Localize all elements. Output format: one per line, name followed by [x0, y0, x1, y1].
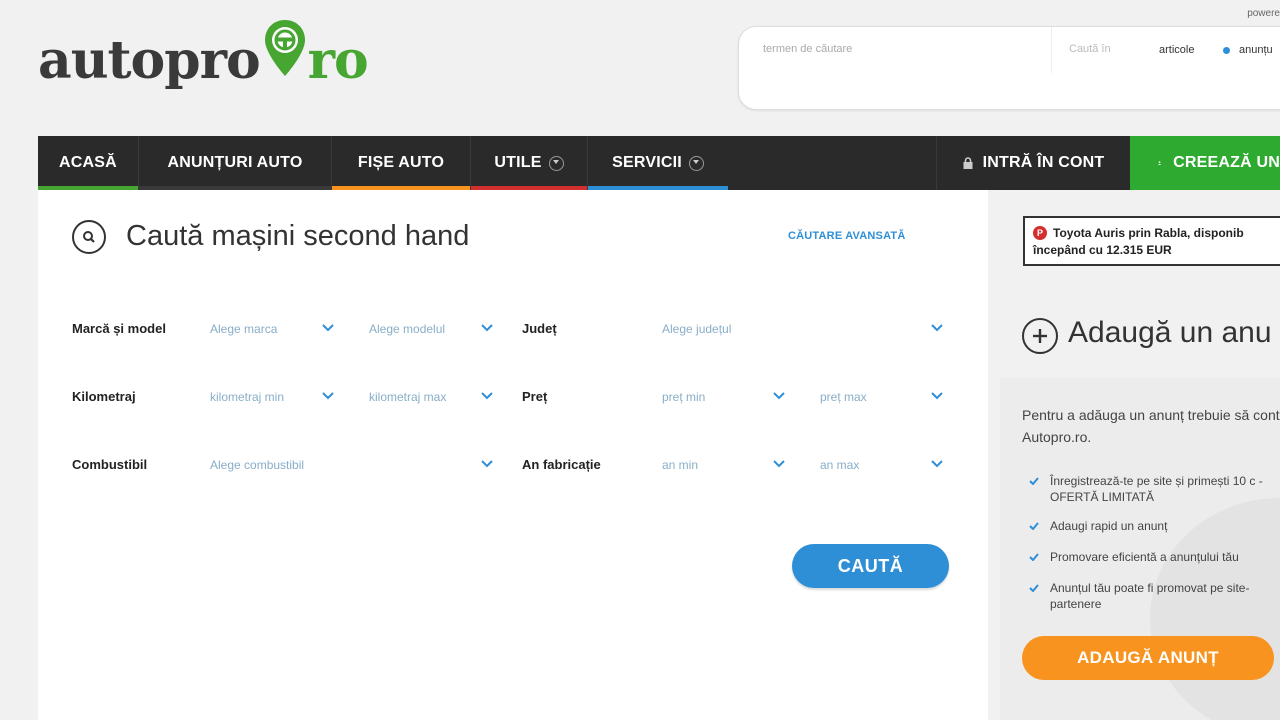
register-label: CREEAZĂ UN	[1173, 154, 1280, 171]
nav-item-label: ANUNȚURI AUTO	[167, 154, 303, 171]
search-submit-button[interactable]: CAUTĂ	[792, 544, 949, 588]
price-max-select[interactable]: preț max	[820, 390, 867, 404]
dropdown-caret-icon	[548, 155, 564, 171]
promo-line-1: Toyota Auris prin Rabla, disponib	[1053, 226, 1244, 240]
mileage-label: Kilometraj	[72, 389, 136, 404]
plus-icon	[1022, 318, 1058, 354]
chevron-down-icon	[931, 324, 943, 332]
chevron-down-icon	[481, 324, 493, 332]
car-search-panel: Caută mașini second hand CĂUTARE AVANSAT…	[38, 190, 988, 720]
year-min-select[interactable]: an min	[662, 458, 698, 472]
chevron-down-icon	[322, 392, 334, 400]
nav-item-services[interactable]: SERVICII	[588, 136, 728, 190]
add-ad-button[interactable]: ADAUGĂ ANUNȚ	[1022, 636, 1274, 680]
lock-icon	[963, 157, 973, 169]
logo-suffix: ro	[307, 30, 369, 91]
model-select[interactable]: Alege modelul	[369, 322, 445, 336]
add-ad-intro: Pentru a adăuga un anunț trebuie să cont…	[1022, 407, 1280, 445]
main-nav: ACASĂ ANUNȚURI AUTO FIȘE AUTO UTILE SERV…	[38, 136, 1280, 190]
nav-item-label: FIȘE AUTO	[357, 154, 445, 171]
user-icon	[1158, 161, 1161, 165]
promo-banner[interactable]: P Toyota Auris prin Rabla, disponib înce…	[1023, 216, 1280, 266]
logo-text: autopro	[38, 30, 261, 91]
add-ad-title: Adaugă un anu	[1068, 316, 1272, 349]
checkmark-icon	[1029, 584, 1039, 592]
register-button[interactable]: CREEAZĂ UN	[1130, 136, 1280, 190]
nav-item-utile[interactable]: UTILE	[471, 136, 587, 190]
search-option-ads[interactable]: anunțu	[1239, 44, 1273, 56]
radio-selected-icon[interactable]	[1223, 47, 1230, 54]
price-min-select[interactable]: preț min	[662, 390, 705, 404]
fuel-label: Combustibil	[72, 457, 148, 472]
checkmark-icon	[1029, 553, 1039, 561]
brand-select[interactable]: Alege marca	[210, 322, 277, 336]
chevron-down-icon	[773, 460, 785, 468]
price-label: Preț	[522, 389, 548, 404]
checkmark-icon	[1029, 522, 1039, 530]
site-search-box: termen de căutare Caută în articole anun…	[738, 26, 1280, 110]
powered-by-text: powere	[1247, 8, 1280, 19]
nav-item-label: UTILE	[494, 154, 542, 171]
promo-line-2: începând cu 12.315 EUR	[1033, 243, 1172, 257]
chevron-down-icon	[773, 392, 785, 400]
nav-item-home[interactable]: ACASĂ	[38, 136, 138, 190]
nav-item-label: ACASĂ	[59, 154, 117, 171]
page-title: Caută mașini second hand	[126, 220, 470, 252]
benefit-item: Anunțul tău poate fi promovat pe site- p…	[1050, 581, 1250, 611]
checkmark-icon	[1029, 477, 1039, 485]
chevron-down-icon	[481, 460, 493, 468]
county-label: Județ	[522, 321, 557, 336]
chevron-down-icon	[931, 460, 943, 468]
year-label: An fabricație	[522, 457, 601, 472]
chevron-down-icon	[322, 324, 334, 332]
mileage-min-select[interactable]: kilometraj min	[210, 390, 284, 404]
year-max-select[interactable]: an max	[820, 458, 859, 472]
benefit-item: Adaugi rapid un anunț	[1050, 519, 1168, 533]
chevron-down-icon	[931, 392, 943, 400]
chevron-down-icon	[481, 392, 493, 400]
login-label: INTRĂ ÎN CONT	[982, 154, 1105, 171]
search-in-label: Caută în	[1069, 43, 1111, 55]
search-option-articles[interactable]: articole	[1159, 44, 1194, 56]
county-select[interactable]: Alege județul	[662, 322, 731, 336]
advanced-search-link[interactable]: CĂUTARE AVANSATĂ	[788, 230, 905, 242]
login-link[interactable]: INTRĂ ÎN CONT	[937, 136, 1130, 190]
nav-item-car-sheets[interactable]: FIȘE AUTO	[332, 136, 470, 190]
brand-model-label: Marcă și model	[72, 321, 166, 336]
fuel-select[interactable]: Alege combustibil	[210, 458, 304, 472]
benefit-item: Înregistrează-te pe site și primești 10 …	[1050, 474, 1263, 504]
nav-item-label: SERVICII	[612, 154, 682, 171]
nav-item-ads[interactable]: ANUNȚURI AUTO	[139, 136, 331, 190]
search-divider	[1051, 27, 1052, 73]
search-input[interactable]: termen de căutare	[763, 43, 852, 55]
mileage-max-select[interactable]: kilometraj max	[369, 390, 446, 404]
dropdown-caret-icon	[688, 155, 704, 171]
search-icon	[72, 220, 106, 254]
promo-icon: P	[1033, 226, 1047, 240]
benefit-item: Promovare eficientă a anunțului tău	[1050, 550, 1239, 564]
site-logo[interactable]: autopro ro	[38, 18, 369, 101]
steering-pin-icon	[263, 18, 307, 78]
